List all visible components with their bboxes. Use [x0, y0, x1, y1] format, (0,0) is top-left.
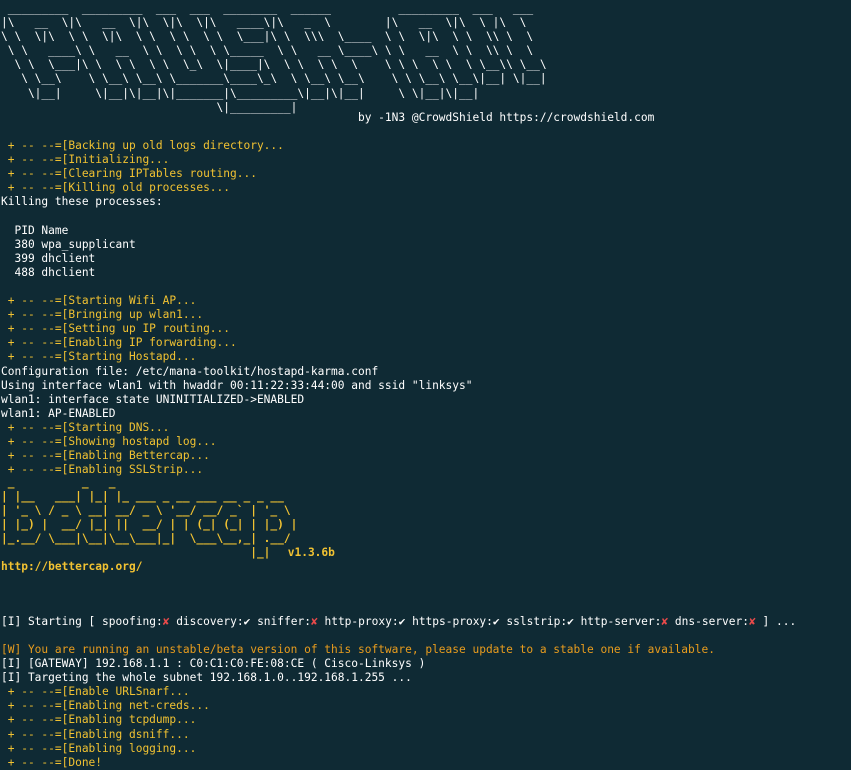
log-line: wlan1: interface state UNINITIALIZED->EN…: [1, 392, 305, 406]
log-line: [W] You are running an unstable/beta ver…: [1, 643, 715, 656]
log-line: + -- --=[Enabling Bettercap...: [1, 449, 210, 463]
check-icon: ✔: [243, 615, 251, 628]
log-line: + -- --=[Showing hostapd log...: [1, 434, 217, 448]
banner-line: \ \ \___|\ \ \ \ \ \ \_\ \|____|\ \ \ \ …: [1, 58, 547, 72]
banner-line: \|__| \|__|\|__|\|_______|\_________\|__…: [1, 86, 507, 100]
log-line: Configuration file: /etc/mana-toolkit/ho…: [1, 364, 379, 378]
log-line: Using interface wlan1 with hwaddr 00:11:…: [1, 378, 473, 392]
cross-icon: ✘: [749, 615, 756, 628]
status-item-dns-server: dns-server: [674, 615, 743, 628]
log-section-1: + -- --=[Backing up old logs directory..…: [1, 139, 472, 477]
log-line: + -- --=[Enabling dsniff...: [1, 727, 190, 741]
banner-line: |\ __ \|\ __ \|\ \|\ \|\ ____\|\ _ \ |\ …: [1, 16, 527, 30]
log-line: + -- --=[Backing up old logs directory..…: [1, 139, 284, 152]
log-line: + -- --=[Clearing IPTables routing...: [1, 167, 257, 181]
log-line: [I] [GATEWAY] 192.168.1.1 : C0:C1:C0:FE:…: [1, 657, 426, 671]
log-line: 380 wpa_supplicant: [1, 237, 136, 251]
logo-line: | |_) | __/ |_| || __/ | | (_| (_| | |_)…: [1, 518, 298, 532]
bettercap-version: v1.3.6b: [281, 546, 335, 559]
cross-icon: ✘: [310, 615, 318, 628]
log-line: Killing these processes:: [1, 195, 163, 209]
logo-line: |_|: [1, 546, 271, 560]
cross-icon: ✘: [661, 615, 669, 628]
status-item-sniffer: sniffer: [257, 615, 305, 628]
logo-line: | '_ \ / _ \ __| __/ _ \ '__/ __/ _` | '…: [1, 504, 291, 518]
status-prefix: [I] Starting [: [1, 615, 103, 628]
log-line: + -- --=[Setting up IP routing...: [1, 322, 231, 336]
log-line: 399 dhclient: [1, 251, 96, 265]
log-line: + -- --=[Killing old processes...: [1, 181, 231, 195]
log-line: + -- --=[Enable URLSnarf...: [1, 685, 190, 699]
status-item-http-proxy: http-proxy: [324, 615, 392, 628]
log-line: 488 dhclient: [1, 265, 96, 279]
status-item-discovery: discovery: [176, 615, 237, 628]
log-line: [I] Targeting the whole subnet 192.168.1…: [1, 671, 412, 685]
bettercap-logo: _ _ _ | |__ ___| |_| |_ ___ _ __ ___ __ _…: [1, 476, 297, 561]
banner-line: \ \ ____\ \ __ \ \ \ \ \ \_____ \ \ __ \…: [1, 44, 534, 58]
bettercap-url: http://bettercap.org/: [1, 560, 143, 573]
banner-line: \ \__\ \ \__\ \__\ \_______\____\_\ \ \_…: [1, 72, 547, 86]
log-line: + -- --=[Done!: [1, 755, 103, 769]
log-line: + -- --=[Enabling logging...: [1, 741, 197, 755]
logo-line: | |__ ___| |_| |_ ___ _ __ ___ __ _ _ __: [1, 490, 284, 504]
log-line: + -- --=[Starting DNS...: [1, 420, 170, 434]
cross-icon: ✘: [162, 615, 170, 628]
status-item-http-server: http-server: [580, 615, 655, 628]
status-item-spoofing: spoofing: [102, 615, 156, 628]
status-suffix: ] ...: [762, 615, 797, 628]
log-line: + -- --=[Enabling tcpdump...: [1, 713, 197, 727]
check-icon: ✔: [492, 615, 500, 628]
terminal-window[interactable]: _________ _________ ___ ___ ________ ___…: [0, 0, 851, 770]
log-line: wlan1: AP-ENABLED: [1, 406, 116, 420]
byline: by -1N3 @CrowdShield https://crowdshield…: [1, 111, 655, 124]
check-icon: ✔: [567, 615, 574, 628]
status-line: [I] Starting [ spoofing:✘ discovery:✔ sn…: [1, 615, 797, 628]
banner-ascii: _________ _________ ___ ___ ________ ___…: [1, 2, 547, 115]
log-line: + -- --=[Enabling net-creds...: [1, 699, 210, 713]
logo-line: _ _ _: [1, 476, 116, 489]
status-item-sslstrip: sslstrip: [506, 615, 561, 628]
log-line: + -- --=[Bringing up wlan1...: [1, 308, 204, 322]
log-line: + -- --=[Initializing...: [1, 153, 170, 167]
log-line: + -- --=[Starting Hostapd...: [1, 350, 197, 364]
log-line: PID Name: [1, 223, 69, 237]
banner-line: \ \ \|\ \ \ \|\ \ \ \ \ \ \ \___|\ \ \\\…: [1, 30, 534, 44]
log-section-2: [W] You are running an unstable/beta ver…: [1, 643, 715, 770]
banner-line: _________ _________ ___ ___ ________ ___…: [1, 2, 534, 15]
status-item-https-proxy: https-proxy: [412, 615, 487, 628]
log-line: + -- --=[Starting Wifi AP...: [1, 294, 197, 308]
logo-line: |_.__/ \___|\__|\__\___|_| \___\__,_| ._…: [1, 532, 291, 546]
check-icon: ✔: [398, 615, 406, 628]
log-line: + -- --=[Enabling IP forwarding...: [1, 336, 237, 350]
